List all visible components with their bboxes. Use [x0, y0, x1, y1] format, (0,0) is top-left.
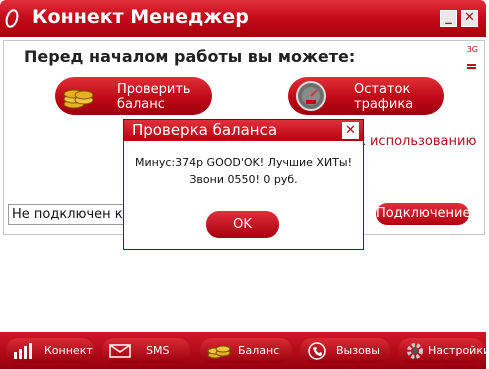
- minimize-button[interactable]: _: [440, 10, 457, 27]
- close-button[interactable]: ✕: [461, 10, 478, 27]
- traffic-remaining-button[interactable]: Остаток трафика: [288, 77, 444, 115]
- phone-icon: [308, 342, 326, 360]
- signal-bars-icon: [14, 343, 32, 359]
- bottom-nav-bar: Коннект SMS Баланс Вызовы Настройки: [0, 332, 489, 369]
- vodafone-logo-icon: [3, 7, 21, 30]
- check-balance-label: Проверить баланс: [117, 82, 191, 112]
- connect-button[interactable]: Подключение: [376, 203, 470, 225]
- nav-connect-button[interactable]: Коннект: [6, 338, 94, 363]
- balance-check-dialog: Проверка баланса ✕ Минус:374р GOOD'OK! Л…: [123, 119, 364, 250]
- dialog-message: Минус:374р GOOD'OK! Лучшие ХИТы! Звони 0…: [124, 154, 363, 188]
- coins-icon: [207, 345, 231, 359]
- check-balance-button[interactable]: Проверить баланс: [55, 77, 212, 115]
- nav-calls-label: Вызовы: [336, 344, 380, 357]
- nav-balance-label: Баланс: [238, 344, 280, 357]
- nav-settings-button[interactable]: Настройки: [398, 338, 489, 363]
- traffic-remaining-label: Остаток трафика: [354, 82, 414, 112]
- ready-status-text: к использованию: [358, 134, 477, 149]
- dialog-ok-button[interactable]: OK: [206, 211, 279, 238]
- connection-status-field: Не подключен к 3: [8, 204, 131, 225]
- nav-sms-label: SMS: [146, 344, 170, 357]
- dialog-message-line2: Звони 0550! 0 руб.: [189, 173, 298, 186]
- signal-strength-icon: [467, 67, 476, 69]
- envelope-icon: [109, 344, 131, 358]
- gear-icon: [407, 343, 423, 359]
- network-type-indicator: 3G: [466, 45, 478, 54]
- nav-sms-button[interactable]: SMS: [102, 338, 190, 363]
- coins-icon: [63, 89, 94, 109]
- dialog-title: Проверка баланса: [132, 121, 278, 139]
- dialog-title-bar[interactable]: Проверка баланса ✕: [124, 120, 363, 141]
- page-title: Перед началом работы вы можете:: [24, 47, 356, 66]
- nav-balance-button[interactable]: Баланс: [200, 338, 292, 363]
- nav-connect-label: Коннект: [44, 344, 93, 357]
- speedometer-icon: [296, 81, 326, 111]
- nav-calls-button[interactable]: Вызовы: [300, 338, 390, 363]
- nav-settings-label: Настройки: [428, 344, 489, 357]
- dialog-close-button[interactable]: ✕: [342, 122, 359, 139]
- title-bar[interactable]: Коннект Менеджер _ ✕: [0, 0, 486, 37]
- dialog-message-line1: Минус:374р GOOD'OK! Лучшие ХИТы!: [134, 156, 353, 169]
- connect-manager-window: Коннект Менеджер _ ✕ Перед началом работ…: [0, 0, 489, 369]
- window-title: Коннект Менеджер: [32, 6, 249, 28]
